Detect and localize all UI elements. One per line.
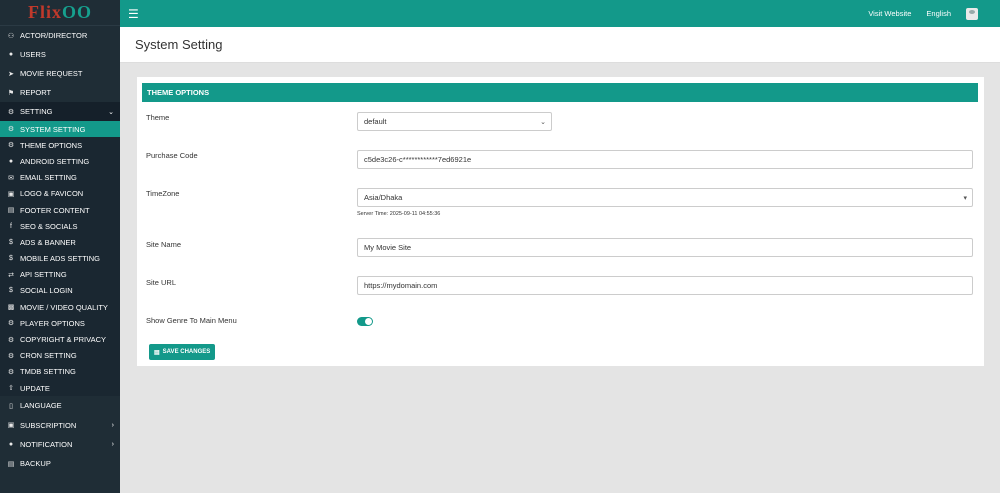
gear-icon: ⚙ [7, 368, 15, 376]
sidebar-item-logo-favicon[interactable]: ▣ LOGO & FAVICON [0, 186, 120, 202]
chevron-right-icon: › [111, 421, 114, 429]
site-name-value: My Movie Site [364, 243, 412, 252]
language-icon: ▯ [9, 402, 13, 410]
dollar-icon: $ [9, 238, 13, 246]
chevron-right-icon: › [111, 440, 114, 448]
users-icon: ⚇ [7, 32, 15, 40]
gear-icon: ⚙ [7, 352, 15, 360]
timezone-label: TimeZone [146, 189, 180, 198]
envelope-icon: ✉ [8, 174, 14, 182]
sidebar-item-theme-options[interactable]: ⚙ THEME OPTIONS [0, 137, 120, 153]
sidebar-item-seo-socials[interactable]: f SEO & SOCIALS [0, 218, 120, 234]
gear-icon: ⚙ [7, 336, 15, 344]
sidebar-item-users[interactable]: ● USERS [0, 45, 120, 64]
subscription-icon: ▣ [7, 422, 15, 430]
chevron-down-icon: ⌄ [540, 118, 546, 126]
visit-website-link[interactable]: Visit Website [868, 9, 911, 18]
sidebar: FlixOO ⚇ ACTOR/DIRECTOR ● USERS ➤ MOVIE REQ… [0, 0, 120, 493]
bell-icon: ● [8, 440, 14, 448]
sidebar-item-backup[interactable]: ▤ BACKUP [0, 454, 120, 473]
site-name-label: Site Name [146, 240, 182, 249]
sidebar-item-system-setting[interactable]: ⚙ SYSTEM SETTING [0, 121, 120, 138]
purchase-code-input[interactable]: c5de3c26-c************7ed6921e [357, 150, 973, 169]
timezone-select[interactable]: Asia/Dhaka ▾ [357, 188, 973, 207]
sidebar-item-footer-content[interactable]: ▤ FOOTER CONTENT [0, 202, 120, 218]
sidebar-item-language[interactable]: ▯ LANGUAGE [0, 396, 120, 415]
android-icon: ● [8, 157, 14, 165]
sidebar-item-subscription[interactable]: ▣ SUBSCRIPTION › [0, 415, 120, 434]
server-time: Server Time: 2025-09-11 04:55:36 [357, 211, 441, 217]
sidebar-menu: ⚇ ACTOR/DIRECTOR ● USERS ➤ MOVIE REQUEST ⚑ R… [0, 26, 120, 121]
exchange-icon: ⇄ [8, 271, 14, 279]
sidebar-item-notification[interactable]: ● NOTIFICATION › [0, 435, 120, 454]
site-url-input[interactable]: https://mydomain.com [357, 276, 973, 295]
user-icon: ● [8, 51, 14, 58]
show-genre-label: Show Genre To Main Menu [146, 316, 237, 325]
database-icon: ▤ [7, 460, 15, 468]
dollar-icon: $ [9, 287, 13, 295]
logo[interactable]: FlixOO [0, 0, 120, 26]
signal-icon: ▩ [7, 304, 15, 312]
gear-icon: ⚙ [7, 142, 15, 150]
save-icon: ▤ [154, 349, 160, 356]
site-url-value: https://mydomain.com [364, 281, 438, 290]
paper-plane-icon: ➤ [8, 70, 14, 78]
settings-card: THEME OPTIONS Theme default ⌄ Purchase C… [137, 77, 984, 366]
upload-icon: ⇧ [8, 385, 14, 393]
purchase-code-value: c5de3c26-c************7ed6921e [364, 155, 472, 164]
sidebar-item-mobile-ads-setting[interactable]: $ MOBILE ADS SETTING [0, 251, 120, 267]
sidebar-item-social-login[interactable]: $ SOCIAL LOGIN [0, 283, 120, 299]
site-name-input[interactable]: My Movie Site [357, 238, 973, 257]
caret-down-icon: ▾ [963, 194, 967, 202]
avatar[interactable] [966, 7, 978, 20]
page-title: System Setting [135, 37, 223, 52]
sidebar-item-cron-setting[interactable]: ⚙ CRON SETTING [0, 348, 120, 364]
sidebar-item-setting[interactable]: ⚙ SETTING ⌄ [0, 102, 120, 121]
site-url-label: Site URL [146, 278, 177, 287]
chevron-down-icon: ⌄ [108, 108, 114, 116]
purchase-code-label: Purchase Code [146, 151, 198, 160]
setting-submenu: ⚙ SYSTEM SETTING ⚙ THEME OPTIONS ● ANDROID … [0, 121, 120, 397]
show-genre-toggle[interactable] [357, 317, 373, 326]
timezone-select-value: Asia/Dhaka [364, 193, 403, 202]
footer-icon: ▤ [7, 207, 15, 215]
save-changes-button[interactable]: ▤ SAVE CHANGES [149, 344, 216, 360]
sidebar-item-movie-request[interactable]: ➤ MOVIE REQUEST [0, 64, 120, 83]
page-header: System Setting [120, 27, 1000, 63]
sidebar-menu-lower: ▯ LANGUAGE ▣ SUBSCRIPTION › ● NOTIFICATION › … [0, 396, 120, 473]
sidebar-item-update[interactable]: ⇧ UPDATE [0, 380, 120, 396]
logo-text: FlixOO [27, 2, 92, 22]
hamburger-icon[interactable]: ☰ [128, 7, 139, 21]
save-changes-label: SAVE CHANGES [162, 349, 211, 355]
sidebar-item-actor-director[interactable]: ⚇ ACTOR/DIRECTOR [0, 26, 120, 45]
language-selector[interactable]: English [926, 9, 951, 18]
image-icon: ▣ [7, 190, 15, 198]
sidebar-item-email-setting[interactable]: ✉ EMAIL SETTING [0, 170, 120, 186]
cogs-icon: ⚙ [7, 108, 15, 116]
gear-icon: ⚙ [7, 126, 15, 134]
sidebar-item-movie-video-quality[interactable]: ▩ MOVIE / VIDEO QUALITY [0, 299, 120, 315]
sidebar-item-report[interactable]: ⚑ REPORT [0, 83, 120, 102]
theme-select[interactable]: default ⌄ [357, 112, 552, 131]
facebook-icon: f [10, 222, 12, 230]
flag-icon: ⚑ [7, 89, 15, 97]
card-header: THEME OPTIONS [142, 83, 978, 102]
gear-icon: ⚙ [7, 320, 15, 328]
dollar-icon: $ [9, 255, 13, 263]
sidebar-item-player-options[interactable]: ⚙ PLAYER OPTIONS [0, 315, 120, 331]
sidebar-item-api-setting[interactable]: ⇄ API SETTING [0, 267, 120, 283]
theme-select-value: default [364, 117, 387, 126]
sidebar-item-ads-banner[interactable]: $ ADS & BANNER [0, 234, 120, 250]
sidebar-item-tmdb-setting[interactable]: ⚙ TMDB SETTING [0, 364, 120, 380]
sidebar-item-android-setting[interactable]: ● ANDROID SETTING [0, 153, 120, 169]
theme-label: Theme [146, 113, 170, 122]
topbar-right: Visit Website English [868, 0, 978, 27]
sidebar-item-copyright-privacy[interactable]: ⚙ COPYRIGHT & PRIVACY [0, 331, 120, 347]
topbar: ☰ Visit Website English [120, 0, 1000, 27]
